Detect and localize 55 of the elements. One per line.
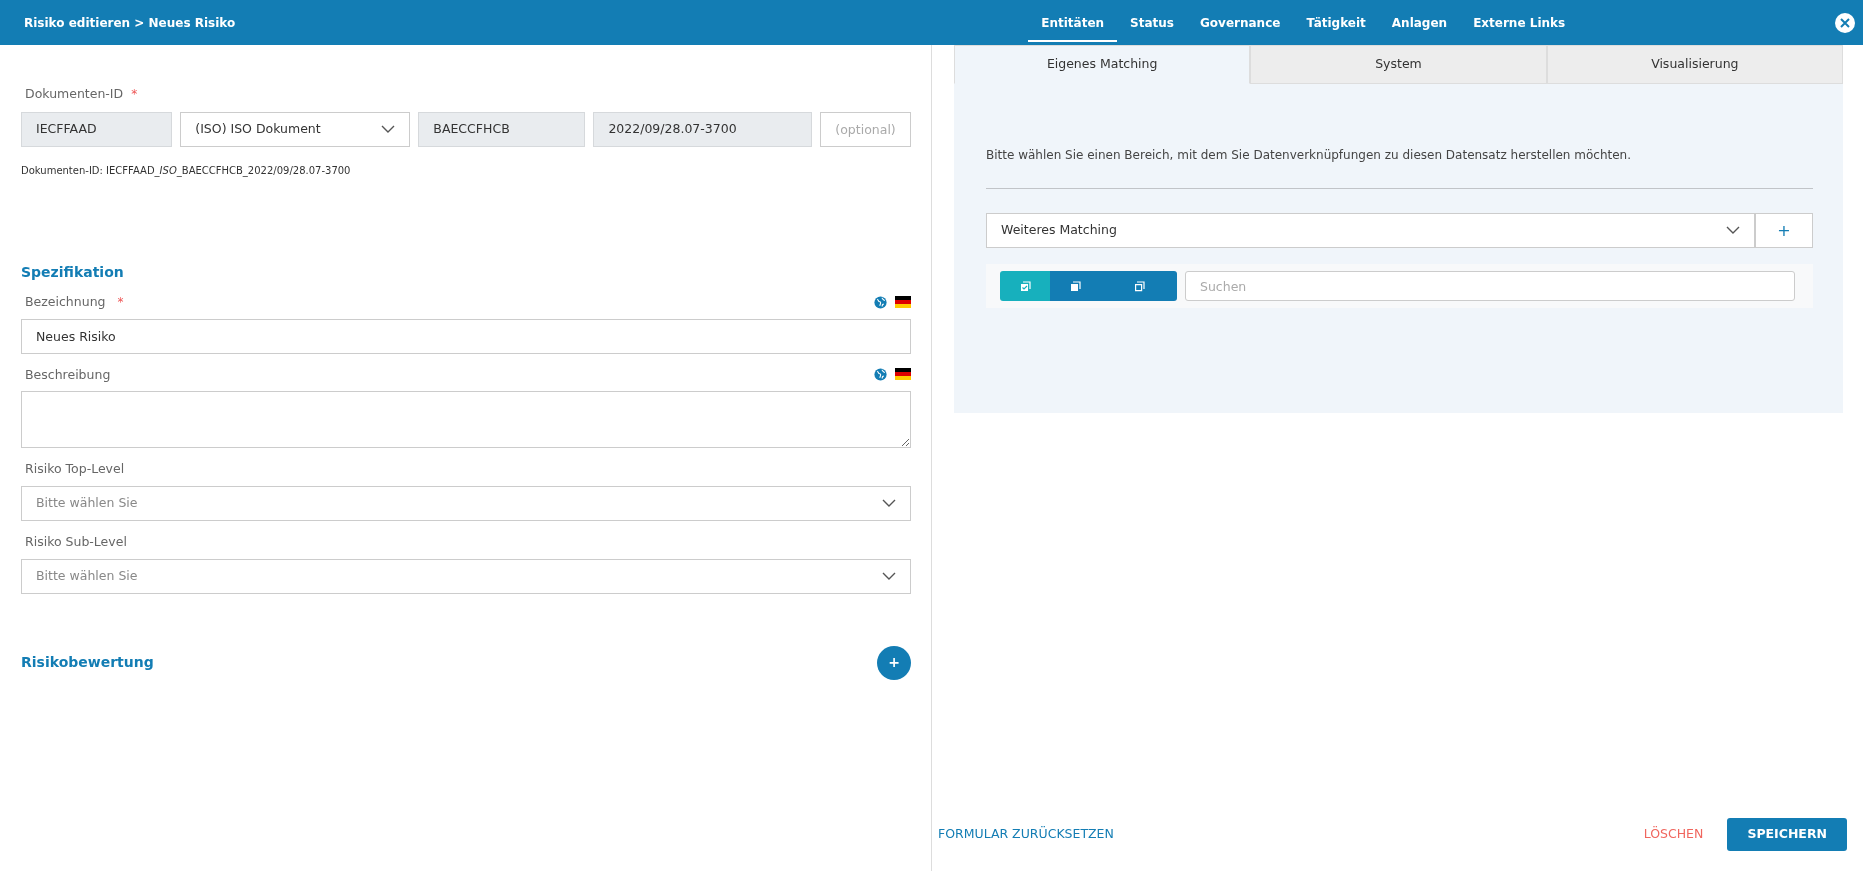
chevron-icon — [882, 499, 896, 508]
section-title: Risikobewertung — [21, 653, 154, 673]
tab[interactable]: Eigenes Matching — [954, 45, 1251, 84]
dropdown-value: (ISO) ISO Dokument — [195, 119, 321, 138]
search-field[interactable]: Suchen — [1185, 271, 1795, 301]
field-label: Risiko Top-Level — [25, 460, 125, 479]
hint-text: Bitte wählen Sie einen Bereich, mit dem Sie Datenverknüpfungen zu diesen Datensatz herstellen möchten. — [986, 147, 1633, 164]
add-button[interactable]: + — [1755, 213, 1813, 248]
field-label: Risiko Sub-Level — [25, 533, 127, 551]
breadcrumb: Risiko editieren > Neues Risiko — [24, 14, 236, 32]
field-label: Bezeichnung — [25, 292, 106, 311]
flag-icon[interactable] — [895, 295, 911, 309]
dropdown-value: Weiteres Matching — [1001, 221, 1117, 240]
delete-button[interactable]: LÖSCHEN — [1643, 825, 1704, 844]
dropdown-placeholder: Bitte wählen Sie — [36, 566, 138, 585]
globe-icon[interactable] — [874, 295, 887, 309]
nav-tab[interactable]: Governance — [1187, 3, 1294, 42]
copy-icon — [1068, 279, 1082, 293]
text-input[interactable]: Neues Risiko — [21, 318, 911, 354]
flag-icon[interactable] — [895, 368, 911, 382]
tab[interactable]: Visualisierung — [1546, 45, 1843, 84]
dropdown-select[interactable]: Weiteres Matching — [986, 213, 1755, 248]
textarea-field[interactable] — [21, 391, 911, 449]
dropdown-select[interactable]: Bitte wählen Sie — [21, 558, 911, 594]
input-field[interactable]: (optional) — [820, 111, 911, 147]
view-button[interactable] — [1000, 271, 1050, 301]
dropdown-placeholder: Bitte wählen Sie — [36, 494, 138, 513]
view-button[interactable] — [1100, 271, 1177, 301]
section-title: Spezifikation — [21, 262, 125, 282]
required-asterisk: * — [117, 294, 124, 312]
nav-tab[interactable]: Entitäten — [1028, 3, 1118, 42]
readonly-field: BAECCFHCB — [418, 111, 586, 147]
add-button[interactable]: + — [877, 645, 911, 680]
readonly-field: IECFFAAD — [21, 111, 173, 147]
save-button[interactable]: SPEICHERN — [1727, 818, 1847, 851]
readonly-field: 2022/09/28.07-3700 — [593, 111, 813, 147]
required-asterisk: * — [131, 87, 138, 101]
field-label: Beschreibung — [25, 365, 111, 384]
reset-link[interactable]: FORMULAR ZURÜCKSETZEN — [938, 825, 1114, 844]
nav-tab[interactable]: Tätigkeit — [1293, 3, 1379, 42]
nav-tab[interactable]: Status — [1117, 3, 1187, 42]
field-label: Dokumenten-ID — [25, 86, 124, 101]
view-button[interactable] — [1050, 271, 1100, 301]
nav-tab[interactable]: Externe Links — [1460, 3, 1579, 42]
chevron-icon — [882, 571, 896, 581]
nav-tab[interactable]: Anlagen — [1378, 3, 1461, 42]
dropdown-select[interactable]: Bitte wählen Sie — [21, 486, 911, 521]
document-id-summary: Dokumenten-ID: IECFFAAD_ISO_BAECCFHCB_2022/09/28.07-3700 — [21, 163, 352, 178]
dropdown-select[interactable]: (ISO) ISO Dokument — [180, 111, 411, 147]
chevron-icon — [1726, 226, 1740, 235]
tab[interactable]: System — [1250, 45, 1547, 84]
chevron-icon — [381, 124, 396, 134]
globe-icon[interactable] — [874, 368, 887, 382]
close-icon[interactable] — [1835, 12, 1855, 33]
checked-copy-icon — [1018, 279, 1032, 293]
